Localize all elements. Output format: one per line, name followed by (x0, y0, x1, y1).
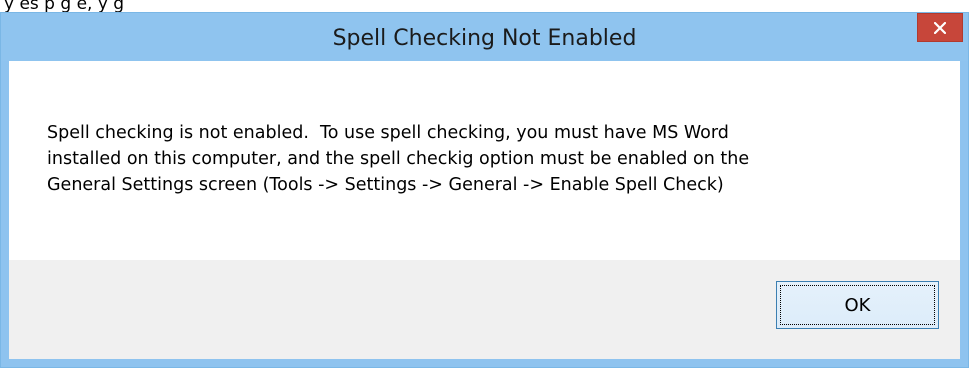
ok-button[interactable]: OK (776, 281, 939, 329)
button-bar: OK (9, 260, 960, 359)
close-button[interactable] (917, 13, 963, 42)
message-area: Spell checking is not enabled. To use sp… (9, 61, 960, 260)
dialog-title: Spell Checking Not Enabled (332, 26, 637, 51)
close-icon (934, 21, 946, 34)
message-text: Spell checking is not enabled. To use sp… (47, 123, 750, 195)
title-bar[interactable]: Spell Checking Not Enabled (1, 13, 968, 61)
focus-rectangle (780, 285, 935, 325)
dialog-window: Spell Checking Not Enabled Spell checkin… (0, 12, 969, 368)
